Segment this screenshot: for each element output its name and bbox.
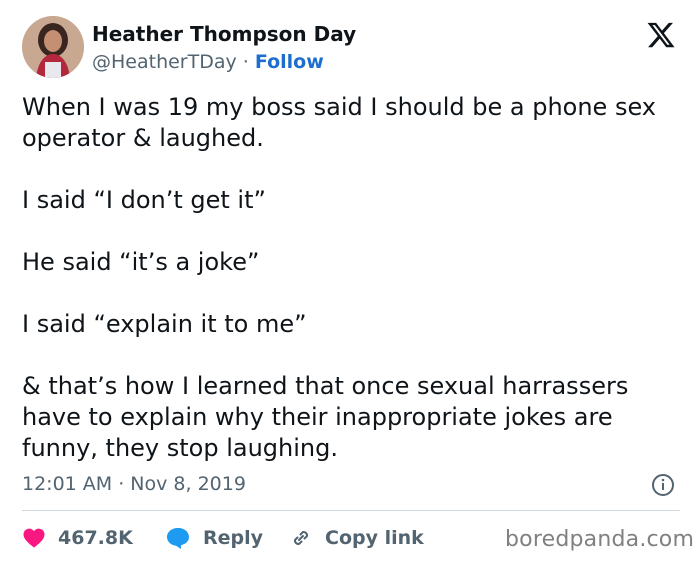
tweet-paragraph: When I was 19 my boss said I should be a… (22, 93, 656, 152)
divider (22, 510, 680, 511)
handle[interactable]: @HeatherTDay (92, 51, 237, 73)
author-info: Heather Thompson Day @HeatherTDay · Foll… (92, 22, 356, 74)
separator: · (236, 51, 255, 73)
tweet-paragraph: He said “it’s a joke” (22, 248, 260, 276)
like-button[interactable]: 467.8K (22, 520, 133, 556)
link-icon (293, 530, 309, 546)
avatar-photo (22, 16, 84, 78)
reply-button[interactable]: Reply (165, 520, 263, 556)
tweet-text: When I was 19 my boss said I should be a… (22, 92, 682, 464)
follow-button[interactable]: Follow (255, 51, 324, 73)
watermark: boredpanda.com (505, 527, 695, 552)
reply-bubble-icon (167, 528, 189, 549)
tweet-timestamp[interactable]: 12:01 AM · Nov 8, 2019 (22, 473, 246, 495)
tweet-paragraph: I said “I don’t get it” (22, 186, 266, 214)
tweet-paragraph: & that’s how I learned that once sexual … (22, 372, 629, 462)
tweet-header: Heather Thompson Day @HeatherTDay · Foll… (22, 16, 682, 78)
like-count: 467.8K (58, 527, 133, 549)
tweet-card: Heather Thompson Day @HeatherTDay · Foll… (0, 0, 700, 563)
copy-link-button[interactable]: Copy link (289, 520, 424, 556)
avatar[interactable] (22, 16, 84, 78)
info-icon[interactable] (651, 473, 675, 497)
reply-label: Reply (203, 527, 264, 549)
tweet-paragraph: I said “explain it to me” (22, 310, 307, 338)
display-name[interactable]: Heather Thompson Day (92, 22, 356, 46)
copy-link-label: Copy link (325, 527, 424, 549)
handle-row: @HeatherTDay · Follow (92, 50, 356, 74)
heart-icon (23, 528, 45, 548)
x-logo-icon[interactable] (646, 20, 676, 50)
